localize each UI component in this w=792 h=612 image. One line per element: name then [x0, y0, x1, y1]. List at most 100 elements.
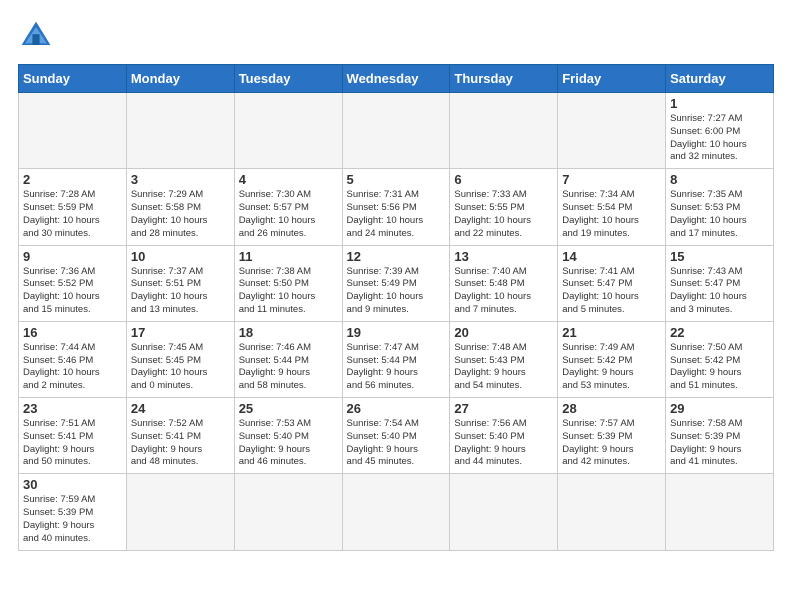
calendar-cell — [19, 93, 127, 169]
day-info: Sunrise: 7:44 AMSunset: 5:46 PMDaylight:… — [23, 342, 122, 393]
day-number: 7 — [562, 172, 661, 187]
calendar-cell: 20 Sunrise: 7:48 AMSunset: 5:43 PMDayligh… — [450, 321, 558, 397]
calendar-header-wednesday: Wednesday — [342, 65, 450, 93]
day-number: 26 — [347, 401, 446, 416]
calendar-header-row: SundayMondayTuesdayWednesdayThursdayFrid… — [19, 65, 774, 93]
day-number: 30 — [23, 477, 122, 492]
calendar-cell: 17 Sunrise: 7:45 AMSunset: 5:45 PMDayligh… — [126, 321, 234, 397]
calendar-header-friday: Friday — [558, 65, 666, 93]
day-info: Sunrise: 7:27 AMSunset: 6:00 PMDaylight:… — [670, 113, 769, 164]
day-number: 19 — [347, 325, 446, 340]
day-number: 5 — [347, 172, 446, 187]
day-number: 28 — [562, 401, 661, 416]
calendar-cell — [126, 474, 234, 550]
calendar-cell: 21 Sunrise: 7:49 AMSunset: 5:42 PMDayligh… — [558, 321, 666, 397]
day-info: Sunrise: 7:47 AMSunset: 5:44 PMDaylight:… — [347, 342, 446, 393]
day-info: Sunrise: 7:37 AMSunset: 5:51 PMDaylight:… — [131, 266, 230, 317]
day-number: 25 — [239, 401, 338, 416]
calendar-cell — [342, 93, 450, 169]
day-number: 12 — [347, 249, 446, 264]
day-info: Sunrise: 7:58 AMSunset: 5:39 PMDaylight:… — [670, 418, 769, 469]
calendar-cell: 28 Sunrise: 7:57 AMSunset: 5:39 PMDayligh… — [558, 398, 666, 474]
day-info: Sunrise: 7:41 AMSunset: 5:47 PMDaylight:… — [562, 266, 661, 317]
calendar-cell — [558, 93, 666, 169]
day-number: 2 — [23, 172, 122, 187]
calendar-week-6: 30 Sunrise: 7:59 AMSunset: 5:39 PMDayligh… — [19, 474, 774, 550]
calendar-week-3: 9Sunrise: 7:36 AMSunset: 5:52 PMDaylight… — [19, 245, 774, 321]
calendar-cell: 23 Sunrise: 7:51 AMSunset: 5:41 PMDayligh… — [19, 398, 127, 474]
calendar-header-sunday: Sunday — [19, 65, 127, 93]
logo-icon — [18, 18, 54, 54]
day-number: 29 — [670, 401, 769, 416]
calendar-cell: 5Sunrise: 7:31 AMSunset: 5:56 PMDaylight… — [342, 169, 450, 245]
calendar-cell: 8Sunrise: 7:35 AMSunset: 5:53 PMDaylight… — [666, 169, 774, 245]
day-info: Sunrise: 7:28 AMSunset: 5:59 PMDaylight:… — [23, 189, 122, 240]
day-number: 10 — [131, 249, 230, 264]
calendar-cell: 30 Sunrise: 7:59 AMSunset: 5:39 PMDayligh… — [19, 474, 127, 550]
page: SundayMondayTuesdayWednesdayThursdayFrid… — [0, 0, 792, 561]
calendar-header-monday: Monday — [126, 65, 234, 93]
logo — [18, 18, 60, 54]
day-number: 6 — [454, 172, 553, 187]
day-info: Sunrise: 7:43 AMSunset: 5:47 PMDaylight:… — [670, 266, 769, 317]
calendar-week-5: 23 Sunrise: 7:51 AMSunset: 5:41 PMDayligh… — [19, 398, 774, 474]
day-info: Sunrise: 7:36 AMSunset: 5:52 PMDaylight:… — [23, 266, 122, 317]
calendar-cell: 13Sunrise: 7:40 AMSunset: 5:48 PMDayligh… — [450, 245, 558, 321]
day-number: 1 — [670, 96, 769, 111]
calendar-cell: 22 Sunrise: 7:50 AMSunset: 5:42 PMDayligh… — [666, 321, 774, 397]
day-info: Sunrise: 7:39 AMSunset: 5:49 PMDaylight:… — [347, 266, 446, 317]
day-info: Sunrise: 7:51 AMSunset: 5:41 PMDaylight:… — [23, 418, 122, 469]
calendar-header-thursday: Thursday — [450, 65, 558, 93]
day-info: Sunrise: 7:50 AMSunset: 5:42 PMDaylight:… — [670, 342, 769, 393]
calendar-cell: 7Sunrise: 7:34 AMSunset: 5:54 PMDaylight… — [558, 169, 666, 245]
day-info: Sunrise: 7:35 AMSunset: 5:53 PMDaylight:… — [670, 189, 769, 240]
day-info: Sunrise: 7:46 AMSunset: 5:44 PMDaylight:… — [239, 342, 338, 393]
calendar-cell: 29 Sunrise: 7:58 AMSunset: 5:39 PMDayligh… — [666, 398, 774, 474]
day-info: Sunrise: 7:56 AMSunset: 5:40 PMDaylight:… — [454, 418, 553, 469]
day-info: Sunrise: 7:59 AMSunset: 5:39 PMDaylight:… — [23, 494, 122, 545]
day-number: 13 — [454, 249, 553, 264]
calendar-cell — [450, 474, 558, 550]
day-number: 20 — [454, 325, 553, 340]
day-number: 14 — [562, 249, 661, 264]
day-info: Sunrise: 7:52 AMSunset: 5:41 PMDaylight:… — [131, 418, 230, 469]
calendar-cell: 1 Sunrise: 7:27 AMSunset: 6:00 PMDaylight… — [666, 93, 774, 169]
day-info: Sunrise: 7:38 AMSunset: 5:50 PMDaylight:… — [239, 266, 338, 317]
calendar-cell — [126, 93, 234, 169]
day-number: 22 — [670, 325, 769, 340]
day-info: Sunrise: 7:54 AMSunset: 5:40 PMDaylight:… — [347, 418, 446, 469]
calendar-cell — [234, 474, 342, 550]
calendar-cell — [450, 93, 558, 169]
calendar-cell: 14 Sunrise: 7:41 AMSunset: 5:47 PMDayligh… — [558, 245, 666, 321]
day-info: Sunrise: 7:45 AMSunset: 5:45 PMDaylight:… — [131, 342, 230, 393]
day-info: Sunrise: 7:49 AMSunset: 5:42 PMDaylight:… — [562, 342, 661, 393]
calendar-cell: 10 Sunrise: 7:37 AMSunset: 5:51 PMDayligh… — [126, 245, 234, 321]
calendar-cell: 3Sunrise: 7:29 AMSunset: 5:58 PMDaylight… — [126, 169, 234, 245]
day-number: 24 — [131, 401, 230, 416]
day-number: 18 — [239, 325, 338, 340]
calendar-week-1: 1 Sunrise: 7:27 AMSunset: 6:00 PMDaylight… — [19, 93, 774, 169]
day-number: 11 — [239, 249, 338, 264]
day-info: Sunrise: 7:30 AMSunset: 5:57 PMDaylight:… — [239, 189, 338, 240]
calendar-cell: 18 Sunrise: 7:46 AMSunset: 5:44 PMDayligh… — [234, 321, 342, 397]
calendar-cell: 12 Sunrise: 7:39 AMSunset: 5:49 PMDayligh… — [342, 245, 450, 321]
day-number: 17 — [131, 325, 230, 340]
day-number: 21 — [562, 325, 661, 340]
calendar-cell — [234, 93, 342, 169]
calendar-week-4: 16Sunrise: 7:44 AMSunset: 5:46 PMDayligh… — [19, 321, 774, 397]
calendar-cell: 2 Sunrise: 7:28 AMSunset: 5:59 PMDaylight… — [19, 169, 127, 245]
calendar-cell: 15Sunrise: 7:43 AMSunset: 5:47 PMDayligh… — [666, 245, 774, 321]
day-info: Sunrise: 7:53 AMSunset: 5:40 PMDaylight:… — [239, 418, 338, 469]
calendar-week-2: 2 Sunrise: 7:28 AMSunset: 5:59 PMDaylight… — [19, 169, 774, 245]
day-number: 4 — [239, 172, 338, 187]
calendar-header-saturday: Saturday — [666, 65, 774, 93]
calendar-cell: 24 Sunrise: 7:52 AMSunset: 5:41 PMDayligh… — [126, 398, 234, 474]
day-number: 23 — [23, 401, 122, 416]
day-info: Sunrise: 7:57 AMSunset: 5:39 PMDaylight:… — [562, 418, 661, 469]
calendar-header-tuesday: Tuesday — [234, 65, 342, 93]
calendar-cell: 16Sunrise: 7:44 AMSunset: 5:46 PMDayligh… — [19, 321, 127, 397]
day-info: Sunrise: 7:33 AMSunset: 5:55 PMDaylight:… — [454, 189, 553, 240]
day-info: Sunrise: 7:48 AMSunset: 5:43 PMDaylight:… — [454, 342, 553, 393]
calendar-cell: 9Sunrise: 7:36 AMSunset: 5:52 PMDaylight… — [19, 245, 127, 321]
header — [18, 18, 774, 54]
